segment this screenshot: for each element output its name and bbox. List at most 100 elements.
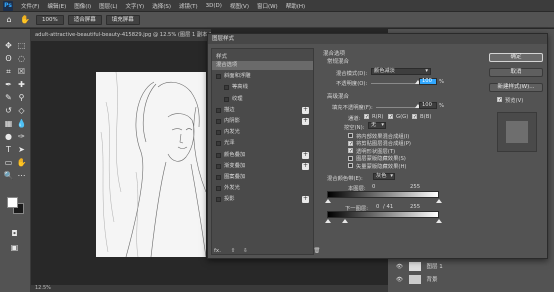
style-item[interactable]: 颜色叠加 + (212, 151, 313, 160)
blend-if-select[interactable]: 灰色 ▾ (373, 173, 395, 180)
ok-button[interactable]: 确定 (489, 53, 543, 62)
eraser-tool-icon[interactable]: ◇ (16, 106, 27, 116)
add-style-icon[interactable]: + (302, 106, 309, 114)
menu-edit[interactable]: 编辑(E) (43, 2, 70, 10)
menu-view[interactable]: 视图(V) (226, 2, 253, 10)
fit-screen-button[interactable]: 适合屏幕 (67, 14, 102, 25)
crop-tool-icon[interactable]: ⌗ (3, 67, 14, 77)
style-item[interactable]: 内阴影 + (212, 117, 313, 126)
underlying-black-knob-right[interactable] (342, 219, 348, 223)
screen-mode-icon[interactable]: ▣ (9, 243, 20, 253)
brush-tool-icon[interactable]: ✎ (3, 93, 14, 103)
layer-visibility-icon[interactable]: 👁 (396, 277, 403, 283)
hand-tool-icon[interactable]: ✋ (16, 158, 27, 168)
type-tool-icon[interactable]: T (3, 145, 14, 155)
menu-window[interactable]: 窗口(W) (253, 2, 282, 10)
style-item[interactable]: 纹理 (212, 95, 313, 104)
clone-stamp-tool-icon[interactable]: ⚲ (16, 93, 27, 103)
add-style-icon[interactable]: + (302, 162, 309, 170)
fill-opacity-slider-track[interactable] (376, 107, 419, 108)
this-layer-white-knob[interactable] (436, 199, 442, 203)
style-item[interactable]: 外发光 (212, 184, 313, 193)
style-checkbox[interactable] (224, 85, 229, 91)
layer-row-2[interactable]: 👁 背景 (396, 275, 546, 286)
lasso-tool-icon[interactable]: ʘ (3, 54, 14, 64)
gradient-tool-icon[interactable]: ▦ (3, 119, 14, 129)
hand-tool-icon[interactable]: ✋ (20, 15, 30, 25)
blend-option-checkbox[interactable]: 图层蒙版隐藏效果(S) (348, 155, 406, 162)
style-checkbox[interactable] (216, 141, 221, 147)
menu-help[interactable]: 帮助(H) (282, 2, 309, 10)
menu-type[interactable]: 文字(Y) (122, 2, 149, 10)
opacity-input[interactable]: 100 (419, 78, 437, 85)
history-brush-tool-icon[interactable]: ↺ (3, 106, 14, 116)
new-style-button[interactable]: 新建样式(W)... (489, 83, 543, 92)
menu-image[interactable]: 图像(I) (70, 2, 95, 10)
style-item[interactable]: 等高线 (212, 83, 313, 92)
blend-option-checkbox[interactable]: 矢量蒙版隐藏效果(H) (348, 162, 407, 170)
fill-screen-button[interactable]: 填充屏幕 (105, 14, 140, 25)
menu-filter[interactable]: 滤镜(T) (175, 2, 202, 10)
marquee-tool-icon[interactable]: ⬚ (16, 41, 27, 51)
zoom-tool-icon[interactable]: 🔍 (3, 171, 14, 181)
menu-select[interactable]: 选择(S) (148, 2, 175, 10)
this-layer-black-knob[interactable] (325, 199, 331, 203)
blend-option-checkbox[interactable]: ✓ 将剪贴图层混合成组(P) (348, 140, 411, 147)
blend-option-checkbox[interactable]: 将内部效果混合成组(I) (348, 132, 409, 140)
opacity-slider-track[interactable] (371, 83, 418, 84)
style-checkbox[interactable] (216, 175, 221, 180)
healing-brush-tool-icon[interactable]: ✚ (16, 80, 27, 90)
style-checkbox[interactable] (216, 107, 221, 113)
style-checkbox[interactable] (216, 163, 221, 169)
dodge-tool-icon[interactable]: ● (3, 132, 14, 142)
channel-g-checkbox[interactable]: ✓ G(G) (388, 113, 408, 120)
style-checkbox[interactable] (224, 96, 229, 102)
blend-mode-select[interactable]: 颜色减淡 ▾ (371, 68, 431, 75)
blend-option-checkbox[interactable]: ✓ 透明形状图层(T) (348, 147, 395, 155)
document-tab[interactable]: adult-attractive-beautiful-beauty-415829… (31, 29, 211, 41)
channel-b-checkbox[interactable]: ✓ B(B) (412, 113, 431, 120)
fill-opacity-input[interactable]: 100 (419, 102, 437, 109)
quick-mask-icon[interactable]: ◘ (9, 229, 20, 239)
style-checkbox[interactable] (216, 119, 221, 124)
style-item[interactable]: 光泽 (212, 139, 313, 148)
underlying-black-knob-left[interactable] (325, 219, 331, 223)
style-item[interactable]: 斜面和浮雕 (212, 72, 313, 81)
quick-select-tool-icon[interactable]: ◌ (16, 54, 27, 64)
style-item[interactable]: 图案叠加 (212, 173, 313, 182)
style-item[interactable]: 投影 + (212, 195, 313, 204)
add-style-icon[interactable]: + (302, 196, 309, 204)
foreground-color-swatch[interactable] (7, 197, 18, 208)
style-item[interactable]: 渐变叠加 + (212, 162, 313, 171)
trash-icon[interactable]: 🗑 (313, 248, 320, 254)
knockout-select[interactable]: 无 ▾ (368, 122, 386, 129)
style-checkbox[interactable] (216, 130, 221, 136)
pen-tool-icon[interactable]: ✑ (16, 132, 27, 142)
channel-r-checkbox[interactable]: ✓ R(R) (364, 113, 384, 120)
styles-header[interactable]: 样式 (216, 52, 227, 60)
menu-layer[interactable]: 图层(L) (95, 2, 121, 10)
menu-3d[interactable]: 3D(D) (202, 3, 226, 9)
move-tool-icon[interactable]: ✥ (3, 41, 14, 51)
style-checkbox[interactable] (216, 197, 221, 203)
style-item[interactable]: 混合选项 (212, 61, 313, 70)
menu-file[interactable]: 文件(F) (17, 2, 43, 10)
more-tools-icon[interactable]: ⋯ (16, 171, 27, 181)
zoom-100-button[interactable]: 100% (36, 14, 64, 25)
shape-tool-icon[interactable]: ▭ (3, 158, 14, 168)
layer-row-1[interactable]: 👁 图层 1 (396, 262, 546, 273)
preview-checkbox[interactable]: ✓ 预览(V) (497, 96, 523, 104)
fx-button[interactable]: fx. (214, 248, 221, 254)
move-up-icon[interactable]: ⇧ (231, 248, 236, 254)
style-checkbox[interactable] (216, 74, 221, 80)
style-item[interactable]: 描边 + (212, 106, 313, 115)
style-checkbox[interactable] (216, 152, 221, 158)
underlying-white-knob[interactable] (436, 219, 442, 223)
cancel-button[interactable]: 取消 (489, 68, 543, 77)
home-icon[interactable]: ⌂ (4, 15, 14, 25)
frame-tool-icon[interactable]: ☒ (16, 67, 27, 77)
eyedropper-tool-icon[interactable]: ✒ (3, 80, 14, 90)
style-item[interactable]: 内发光 (212, 128, 313, 137)
add-style-icon[interactable]: + (302, 151, 309, 159)
blur-tool-icon[interactable]: 💧 (16, 119, 27, 129)
